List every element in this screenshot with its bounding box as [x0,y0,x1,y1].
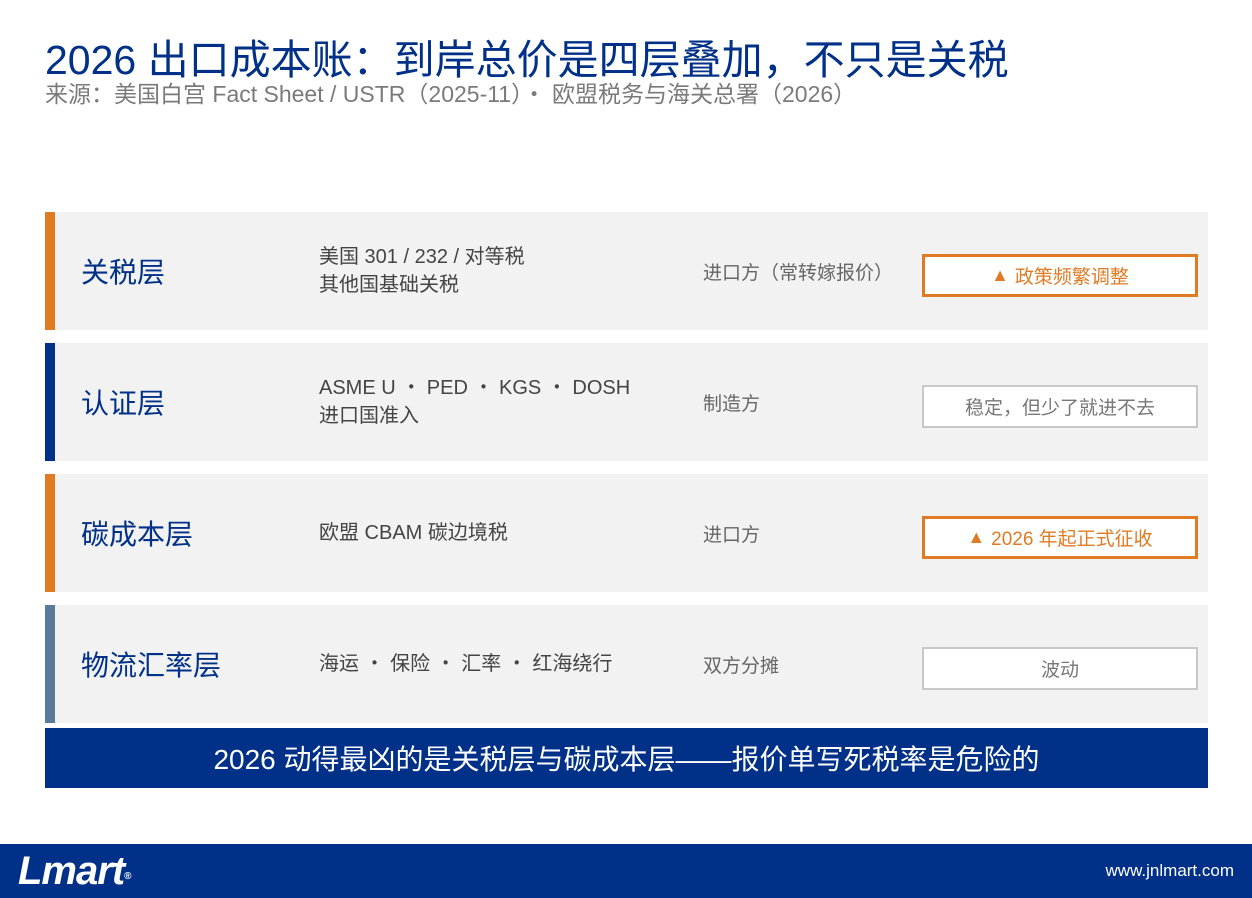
layer-row-certification: 认证层 ASME U ・ PED ・ KGS ・ DOSH 进口国准入 制造方 … [45,343,1208,461]
description-line: 海运 ・ 保险 ・ 汇率 ・ 红海绕行 [319,653,613,675]
layer-description: ASME U ・ PED ・ KGS ・ DOSH 进口国准入 [319,343,630,461]
website-url: www.jnlmart.com [1105,861,1234,880]
description-line: 美国 301 / 232 / 对等税 [319,246,525,268]
status-text: 稳定，但少了就进不去 [964,398,1155,419]
layer-name: 认证层 [81,388,166,419]
warning-triangle-icon: ▲ [967,527,986,547]
cost-bearer: 制造方 [703,393,761,415]
accent-bar [45,474,55,592]
description-line: 其他国基础关税 [319,274,459,296]
layer-description: 美国 301 / 232 / 对等税 其他国基础关税 [319,212,525,330]
description-line: 进口国准入 [319,405,419,427]
footer-bar: Lmart® www.jnlmart.com [0,844,1252,898]
status-text: 波动 [1040,660,1079,681]
description-line: 欧盟 CBAM 碳边境税 [319,522,508,544]
source-subtitle: 来源：美国白宫 Fact Sheet / USTR（2025-11）・ 欧盟税务… [45,81,857,107]
layer-description: 海运 ・ 保险 ・ 汇率 ・ 红海绕行 [319,605,612,723]
layer-name: 碳成本层 [81,519,194,550]
registered-mark: ® [124,871,131,882]
status-badge: 稳定，但少了就进不去 [922,385,1198,428]
status-badge: 波动 [922,647,1198,690]
layer-name: 物流汇率层 [81,650,222,681]
layer-name: 关税层 [81,257,166,288]
status-text: 政策频繁调整 [1014,267,1129,288]
status-text: 2026 年起正式征收 [991,529,1153,550]
summary-banner: 2026 动得最凶的是关税层与碳成本层——报价单写死税率是危险的 [45,728,1208,788]
layer-row-tariff: 关税层 美国 301 / 232 / 对等税 其他国基础关税 进口方（常转嫁报价… [45,212,1208,330]
status-badge: ▲ 2026 年起正式征收 [922,516,1198,559]
brand-logo: Lmart® [18,847,132,895]
cost-bearer: 进口方 [703,524,761,546]
warning-triangle-icon: ▲ [991,265,1009,285]
layer-row-carbon: 碳成本层 欧盟 CBAM 碳边境税 进口方 ▲ 2026 年起正式征收 [45,474,1208,592]
cost-bearer: 双方分摊 [703,655,780,677]
logo-text: Lmart [18,849,125,893]
page-title: 2026 出口成本账：到岸总价是四层叠加，不只是关税 [45,37,1009,83]
cost-bearer: 进口方（常转嫁报价） [703,262,894,284]
description-line: ASME U ・ PED ・ KGS ・ DOSH [319,377,631,399]
status-badge: ▲ 政策频繁调整 [922,254,1198,297]
accent-bar [45,605,55,723]
accent-bar [45,343,55,461]
accent-bar [45,212,55,330]
layer-description: 欧盟 CBAM 碳边境税 [319,474,508,592]
layer-row-logistics: 物流汇率层 海运 ・ 保险 ・ 汇率 ・ 红海绕行 双方分摊 波动 [45,605,1208,723]
